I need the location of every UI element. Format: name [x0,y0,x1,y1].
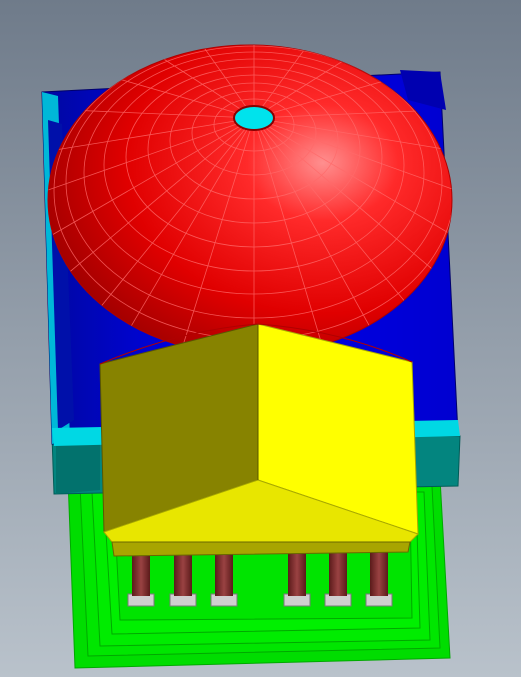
yellow-block[interactable] [99,323,419,557]
dome-hole [233,105,275,131]
cad-viewport[interactable] [0,0,521,677]
cad-model-render[interactable] [0,0,521,677]
